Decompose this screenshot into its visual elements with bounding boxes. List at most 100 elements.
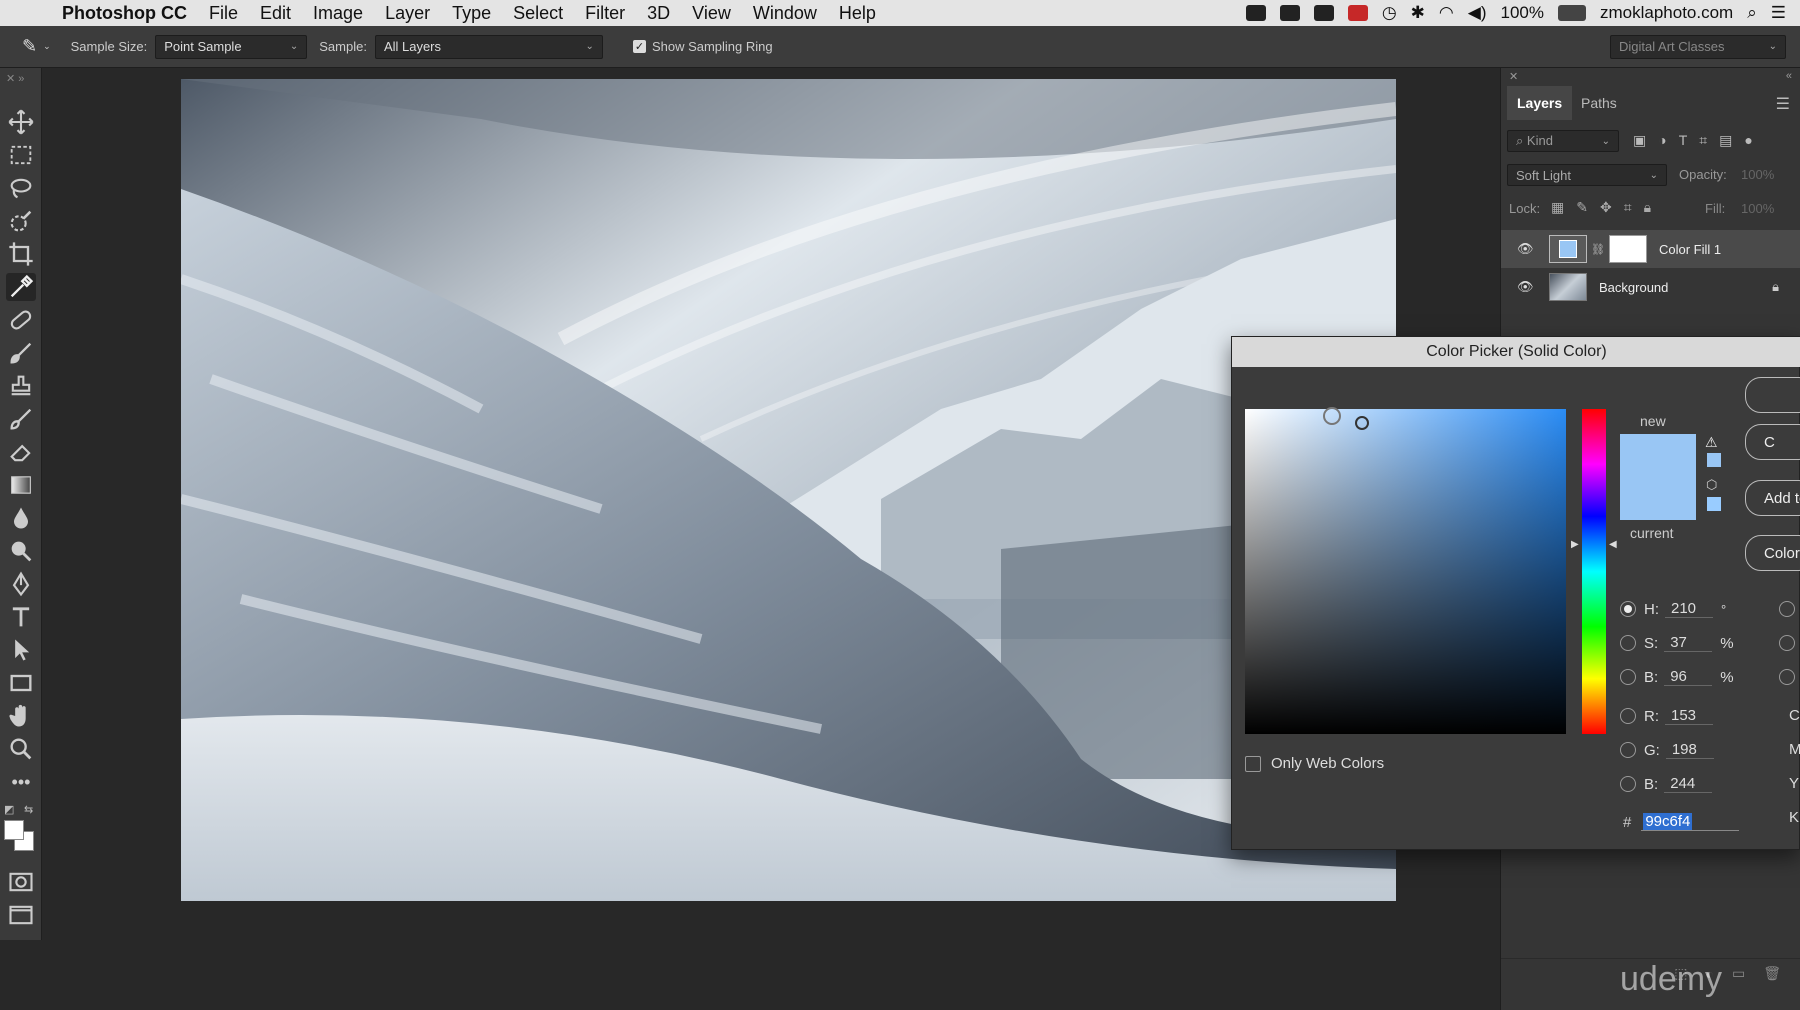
- status-app-icon[interactable]: [1245, 5, 1266, 21]
- only-web-colors-checkbox[interactable]: [1245, 755, 1261, 772]
- kind-filter-select[interactable]: ⌕ Kind ⌄: [1507, 130, 1619, 152]
- zoom-tool-icon[interactable]: [6, 735, 36, 763]
- menu-filter[interactable]: Filter: [585, 3, 625, 24]
- time-machine-icon[interactable]: ◷: [1382, 3, 1397, 23]
- blur-tool-icon[interactable]: [6, 504, 36, 532]
- crop-tool-icon[interactable]: [6, 240, 36, 268]
- color-field[interactable]: [1245, 407, 1566, 734]
- user-name[interactable]: zmoklaphoto.com: [1600, 3, 1733, 23]
- green-field[interactable]: G: 198: [1620, 739, 1714, 761]
- panel-menu-icon[interactable]: ☰: [1776, 94, 1790, 114]
- marquee-tool-icon[interactable]: [6, 141, 36, 169]
- menu-image[interactable]: Image: [313, 3, 363, 24]
- evernote-icon[interactable]: [1279, 5, 1300, 21]
- type-tool-icon[interactable]: [6, 603, 36, 631]
- blue-value[interactable]: 244: [1664, 775, 1713, 793]
- layer-row-background[interactable]: 👁︎ Background 🔒︎: [1501, 268, 1800, 306]
- web-safe-swatch[interactable]: [1707, 497, 1721, 511]
- background-thumbnail[interactable]: [1549, 273, 1587, 301]
- ok-button[interactable]: [1745, 377, 1800, 413]
- fill-value[interactable]: 100%: [1741, 201, 1774, 216]
- swap-colors-icon[interactable]: ⇆: [24, 803, 33, 816]
- layer-name[interactable]: Background: [1599, 280, 1668, 295]
- out-of-gamut-warning-icon[interactable]: ⚠: [1705, 434, 1718, 451]
- only-web-colors-option[interactable]: Only Web Colors: [1245, 755, 1384, 772]
- lock-brush-icon[interactable]: ✎: [1576, 199, 1588, 216]
- menu-file[interactable]: File: [209, 3, 238, 24]
- tab-paths[interactable]: Paths: [1571, 86, 1627, 120]
- sample-select[interactable]: All Layers ⌄: [374, 34, 603, 59]
- brightness-radio[interactable]: [1620, 669, 1636, 685]
- path-selection-tool-icon[interactable]: [6, 636, 36, 664]
- gradient-tool-icon[interactable]: [6, 471, 36, 499]
- menu-help[interactable]: Help: [839, 3, 876, 24]
- screen-mode-icon[interactable]: [6, 901, 36, 929]
- filter-toggle-icon[interactable]: ●: [1744, 132, 1752, 149]
- creative-cloud-icon[interactable]: [1313, 5, 1334, 21]
- visibility-eye-icon[interactable]: 👁︎: [1517, 279, 1535, 295]
- volume-icon[interactable]: ◀): [1468, 3, 1487, 23]
- history-brush-tool-icon[interactable]: [6, 405, 36, 433]
- visibility-eye-icon[interactable]: 👁︎: [1517, 241, 1535, 257]
- add-to-swatches-button[interactable]: Add to: [1745, 480, 1800, 516]
- battery-icon[interactable]: [1557, 5, 1586, 21]
- more-tools-icon[interactable]: •••: [6, 768, 36, 796]
- app-menu[interactable]: Photoshop CC: [62, 3, 187, 24]
- filter-adjustment-icon[interactable]: ◑: [1658, 132, 1666, 149]
- hue-radio[interactable]: [1620, 601, 1636, 617]
- gamut-swatch[interactable]: [1707, 453, 1721, 467]
- saturation-field[interactable]: S: 37 %: [1620, 632, 1734, 654]
- move-tool-icon[interactable]: [6, 108, 36, 136]
- color-field-cursor[interactable]: [1323, 407, 1341, 425]
- hex-input[interactable]: 99c6f4: [1641, 813, 1740, 831]
- lab-a-radio[interactable]: [1779, 635, 1795, 651]
- wifi-icon[interactable]: ◠: [1439, 3, 1454, 23]
- workspace-select[interactable]: Digital Art Classes ⌄: [1610, 34, 1786, 59]
- green-radio[interactable]: [1620, 742, 1636, 758]
- eraser-tool-icon[interactable]: [6, 438, 36, 466]
- hand-tool-icon[interactable]: [6, 702, 36, 730]
- eyedropper-tool-icon[interactable]: [6, 273, 36, 301]
- lab-a-field[interactable]: a: [1779, 632, 1800, 654]
- lock-transparent-icon[interactable]: ▦: [1551, 199, 1564, 216]
- filter-pixel-icon[interactable]: ▣: [1633, 132, 1646, 149]
- hue-slider-left-arrow-icon[interactable]: ▶: [1571, 539, 1579, 550]
- menu-view[interactable]: View: [692, 3, 731, 24]
- collapse-panel-icon[interactable]: «: [1786, 70, 1792, 82]
- color-libraries-button[interactable]: Color: [1745, 535, 1800, 571]
- eyedropper-tool-icon[interactable]: ✎: [22, 36, 37, 57]
- menu-layer[interactable]: Layer: [385, 3, 430, 24]
- link-chain-icon[interactable]: ⛓︎: [1591, 243, 1605, 256]
- only-web-colors-label[interactable]: Only Web Colors: [1271, 755, 1384, 772]
- opacity-value[interactable]: 100%: [1741, 167, 1774, 182]
- new-group-icon[interactable]: ▭: [1732, 965, 1745, 982]
- layer-row-color-fill[interactable]: 👁︎ ⛓︎ Color Fill 1: [1501, 230, 1800, 268]
- lab-b-radio[interactable]: [1779, 669, 1795, 685]
- filter-smart-object-icon[interactable]: ▤: [1719, 132, 1732, 149]
- blue-field[interactable]: B: 244: [1620, 773, 1713, 795]
- lock-all-icon[interactable]: 🔒︎: [1644, 199, 1651, 216]
- lock-artboard-icon[interactable]: ⌗: [1624, 199, 1632, 216]
- blue-radio[interactable]: [1620, 776, 1636, 792]
- saturation-radio[interactable]: [1620, 635, 1636, 651]
- cancel-button[interactable]: C: [1745, 424, 1800, 460]
- filter-shape-icon[interactable]: ⌗: [1699, 132, 1707, 149]
- healing-brush-tool-icon[interactable]: [6, 306, 36, 334]
- document-canvas[interactable]: [181, 79, 1396, 901]
- bluetooth-icon[interactable]: ✱: [1411, 3, 1425, 23]
- show-ring-checkbox[interactable]: ✓: [632, 40, 646, 53]
- menu-3d[interactable]: 3D: [647, 3, 670, 24]
- tab-layers[interactable]: Layers: [1507, 86, 1573, 120]
- blend-mode-select[interactable]: Soft Light ⌄: [1507, 164, 1667, 186]
- sample-size-select[interactable]: Point Sample ⌄: [155, 34, 308, 59]
- hue-field[interactable]: H: 210 °: [1620, 598, 1726, 620]
- lab-l-field[interactable]: L: [1779, 598, 1800, 620]
- tool-preset-chevron-icon[interactable]: ⌄: [43, 41, 51, 52]
- green-value[interactable]: 198: [1665, 741, 1714, 759]
- hue-value[interactable]: 210: [1665, 600, 1713, 618]
- lock-position-icon[interactable]: ✥: [1600, 199, 1612, 216]
- hue-slider-right-arrow-icon[interactable]: ◀: [1609, 539, 1617, 550]
- red-field[interactable]: R: 153: [1620, 705, 1713, 727]
- red-radio[interactable]: [1620, 708, 1636, 724]
- clone-stamp-tool-icon[interactable]: [6, 372, 36, 400]
